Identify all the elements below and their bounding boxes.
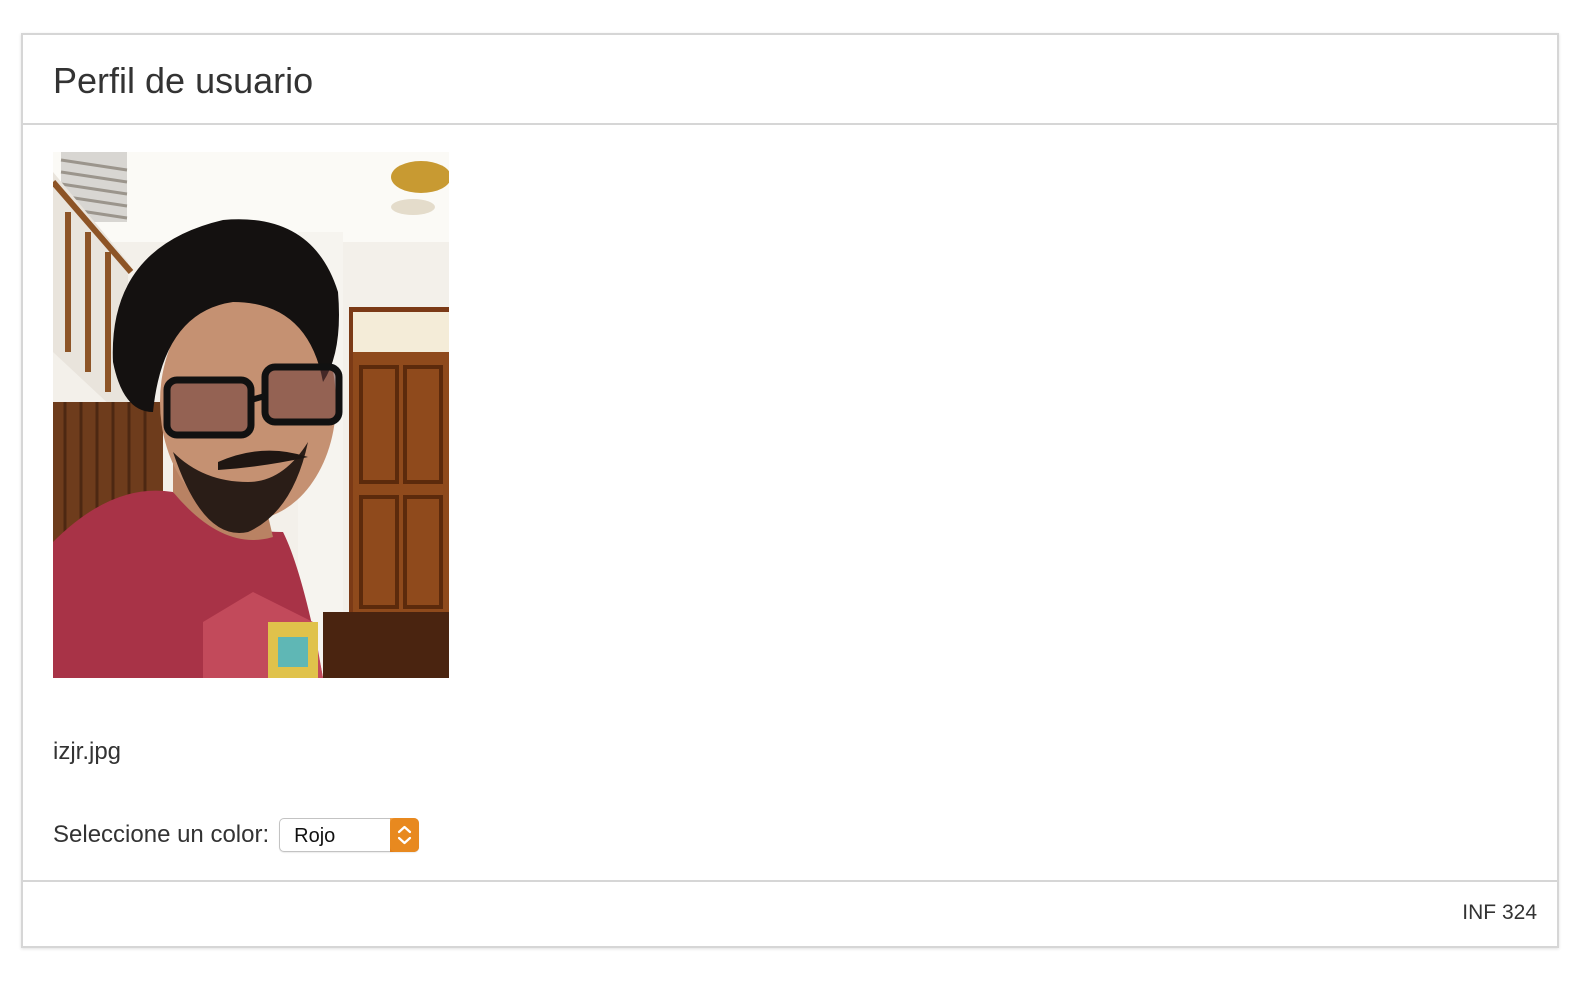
color-select[interactable]: Rojo: [279, 818, 420, 852]
file-name: izjr.jpg: [53, 738, 122, 765]
color-select-row: Seleccione un color: Rojo: [53, 817, 420, 853]
chevron-up-down-icon[interactable]: [390, 818, 420, 852]
page-title: Perfil de usuario: [53, 60, 314, 101]
color-select-label: Seleccione un color:: [53, 821, 270, 848]
profile-photo: [53, 152, 449, 678]
color-select-value: Rojo: [294, 825, 336, 847]
profile-panel: Perfil de usuario izjr.jpg Seleccione un…: [21, 33, 1559, 948]
course-code: INF 324: [1462, 901, 1537, 924]
panel-footer: INF 324: [23, 880, 1557, 946]
panel-header: Perfil de usuario: [23, 35, 1557, 125]
